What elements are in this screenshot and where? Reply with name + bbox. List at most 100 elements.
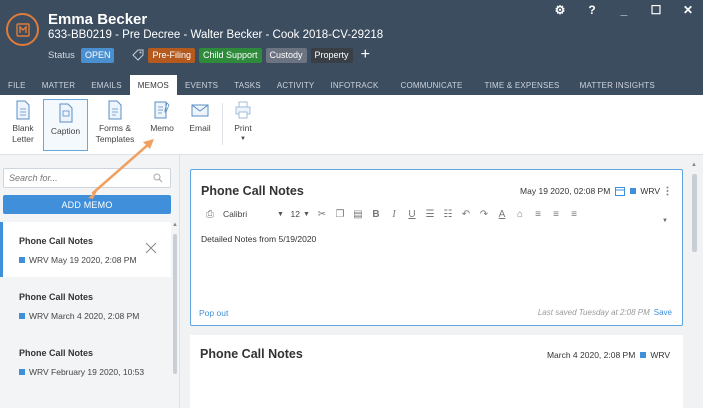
align-right-icon[interactable]: ≡ [565,207,583,221]
tag-pre-filing[interactable]: Pre-Filing [148,47,195,63]
copy-icon[interactable]: ❐ [331,207,349,221]
main-scroll-thumb[interactable] [692,174,697,252]
memo-item-meta: WRV May 19 2020, 2:08 PM [29,255,137,265]
align-left-icon[interactable]: ≡ [529,207,547,221]
calendar-icon[interactable] [615,186,626,196]
tab-events[interactable]: EVENTS [177,75,226,95]
matter-icon [6,13,39,46]
memo-label: Memo [150,123,174,133]
underline-icon[interactable]: U [403,207,421,221]
memo-button[interactable]: Memo [147,100,177,134]
close-icon[interactable] [145,242,157,254]
cut-icon[interactable]: ✂ [313,207,331,221]
tab-file[interactable]: FILE [0,75,34,95]
redo-icon[interactable]: ↷ [475,207,493,221]
settings-icon[interactable]: ⚙ [553,3,567,17]
tab-tasks[interactable]: TASKS [226,75,269,95]
author-color-square [640,352,647,358]
memo-author: WRV [650,350,670,360]
tab-communicate[interactable]: COMMUNICATE [386,75,470,95]
print-icon[interactable]: ⎙ [201,207,219,221]
status-label: Status [48,49,75,61]
undo-icon[interactable]: ↶ [457,207,475,221]
italic-icon[interactable]: I [385,207,403,221]
bullet-list-icon[interactable]: ☷ [439,207,457,221]
scroll-up-icon[interactable]: ▲ [691,162,697,168]
add-tag-icon[interactable]: + [361,47,370,63]
forms-templates-button[interactable]: Forms & Templates [94,100,136,145]
tab-matter-insights[interactable]: MATTER INSIGHTS [568,75,663,95]
size-dropdown-icon[interactable]: ▼ [303,211,313,218]
bold-icon[interactable]: B [367,207,385,221]
list-scroll-thumb[interactable] [173,234,177,374]
memo-body[interactable]: Detailed Notes from 5/19/2020 [201,234,316,244]
caption-label: Caption [50,126,81,136]
print-button[interactable]: Print ▼ [230,100,256,145]
search-input[interactable] [4,169,144,187]
numbered-list-icon[interactable]: ☰ [421,207,439,221]
list-item[interactable]: Phone Call Notes WRV February 19 2020, 1… [0,334,171,389]
client-name: Emma Becker [48,11,148,28]
paste-icon[interactable]: ▤ [349,207,367,221]
editor-toolbar: ⎙ Calibri ▼ 12 ▼ ✂ ❐ ▤ B I U ☰ ☷ ↶ ↷ A ⌂… [201,204,673,224]
highlight-icon[interactable]: ⌂ [511,207,529,221]
memo-author: WRV [640,186,660,196]
memo-item-meta-row: WRV March 4 2020, 2:08 PM [19,311,139,321]
memo-ribbon: Blank Letter Caption Forms & Templates M… [0,95,703,155]
align-center-icon[interactable]: ≡ [547,207,565,221]
list-item[interactable]: Phone Call Notes WRV May 19 2020, 2:08 P… [0,222,171,277]
blank-letter-button[interactable]: Blank Letter [7,100,39,145]
tab-activity[interactable]: ACTIVITY [269,75,323,95]
tag-custody[interactable]: Custody [265,47,307,63]
maximize-icon[interactable]: ☐ [649,3,663,17]
more-options-icon[interactable] [666,186,669,196]
pop-out-link[interactable]: Pop out [199,308,228,318]
tab-emails[interactable]: EMAILS [83,75,130,95]
tag-icon[interactable] [132,49,144,61]
toolbar-scroll-icon[interactable]: ▼ [662,204,668,228]
help-icon[interactable]: ? [585,3,599,17]
memo-title: Phone Call Notes [200,347,303,361]
main-scrollbar[interactable]: ▲ [690,162,700,408]
author-color-square [630,188,637,194]
tab-infotrack[interactable]: INFOTRACK [322,75,386,95]
caption-icon [59,103,72,123]
font-size-select[interactable]: 12 [287,209,303,219]
forms-label-1: Forms & [98,123,132,133]
caption-button[interactable]: Caption [43,99,88,151]
matter-header: Emma Becker 633-BB0219 - Pre Decree - Wa… [0,0,703,95]
close-icon[interactable]: ✕ [681,3,695,17]
memo-list-panel: ADD MEMO Phone Call Notes WRV May 19 202… [0,155,180,408]
tab-memos[interactable]: MEMOS [129,75,177,95]
forms-icon [108,100,122,120]
author-color-square [19,313,25,319]
forms-label-2: Templates [95,134,135,144]
memo-item-meta: WRV February 19 2020, 10:53 [29,367,145,377]
tab-matter[interactable]: MATTER [34,75,84,95]
email-button[interactable]: Email [186,100,214,134]
tag-property[interactable]: Property [310,47,353,63]
status-badge[interactable]: OPEN [80,47,115,63]
scroll-up-icon[interactable]: ▲ [172,222,178,228]
print-dropdown-icon[interactable]: ▼ [240,134,246,145]
save-status: Last saved Tuesday at 2:08 PM Save [538,308,672,317]
blank-letter-label-2: Letter [12,134,34,144]
save-link[interactable]: Save [654,308,672,317]
author-color-square [19,369,25,375]
memo-item-meta-row: WRV May 19 2020, 2:08 PM [19,255,137,265]
minimize-icon[interactable]: _ [617,3,631,17]
list-item[interactable]: Phone Call Notes WRV March 4 2020, 2:08 … [0,278,171,333]
memo-title[interactable]: Phone Call Notes [201,184,304,198]
font-color-icon[interactable]: A [493,207,511,221]
memo-card-2[interactable]: Phone Call Notes March 4 2020, 2:08 PM W… [190,335,683,408]
search-icon[interactable] [153,173,163,183]
tag-child-support[interactable]: Child Support [198,47,262,63]
font-dropdown-icon[interactable]: ▼ [277,211,287,218]
memo-item-meta: WRV March 4 2020, 2:08 PM [29,311,140,321]
font-family-select[interactable]: Calibri [219,209,277,219]
status-row: Status OPEN Pre-Filing Child Support Cus… [48,47,370,63]
memo-meta: March 4 2020, 2:08 PM WRV [547,350,670,360]
add-memo-button[interactable]: ADD MEMO [3,195,171,214]
list-scrollbar[interactable]: ▲ [172,222,178,408]
tab-time-expenses[interactable]: TIME & EXPENSES [471,75,568,95]
